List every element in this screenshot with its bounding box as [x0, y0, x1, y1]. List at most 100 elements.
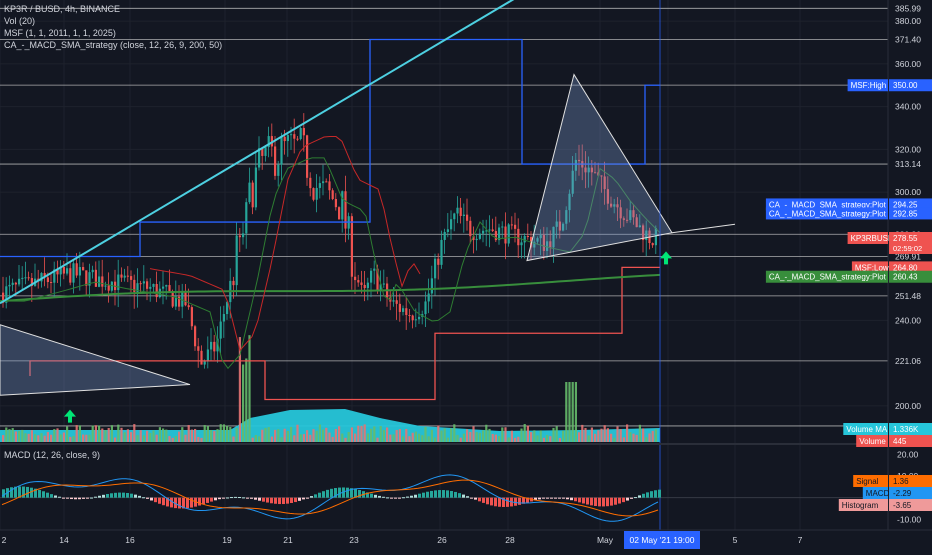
candle-body — [117, 274, 120, 291]
macd-histogram-bar — [134, 494, 137, 498]
price-tag-label: Volume MA — [846, 425, 888, 434]
msf-indicator-label[interactable]: MSF (1, 1, 2011, 1, 1, 2025) — [4, 27, 222, 39]
macd-histogram-bar — [322, 491, 325, 498]
volume-bar — [34, 434, 37, 442]
macd-histogram-bar — [498, 497, 501, 507]
volume-bar — [277, 429, 280, 442]
macd-tag: MACD -2.29 — [862, 487, 932, 499]
candle-body — [242, 233, 245, 238]
volume-bar — [555, 426, 558, 442]
macd-histogram-bar — [646, 492, 649, 498]
macd-histogram-bar — [54, 495, 57, 498]
volume-bar — [642, 428, 645, 442]
volume-bar — [434, 437, 437, 442]
macd-histogram-bar — [394, 497, 397, 499]
volume-bar — [437, 425, 440, 442]
macd-histogram-bar — [198, 497, 201, 506]
candle-body — [523, 235, 526, 243]
macd-histogram-bar — [590, 497, 593, 506]
macd-histogram-bar — [98, 495, 101, 498]
macd-histogram-bar — [62, 497, 65, 499]
strategy-indicator-label[interactable]: CA_-_MACD_SMA_strategy (close, 12, 26, 9… — [4, 39, 222, 51]
volume-bar — [85, 434, 88, 442]
volume-bar — [360, 425, 363, 442]
macd-histogram-bar — [490, 497, 493, 506]
candle-body — [251, 182, 254, 208]
volume-bar — [402, 436, 405, 442]
volume-bar — [635, 434, 638, 442]
volume-bar — [120, 427, 123, 442]
time-axis: 214161921232628May35702 May '21 19:00 — [0, 529, 932, 550]
macd-histogram-bar — [114, 492, 117, 498]
volume-bar — [408, 436, 411, 442]
candle-body — [434, 258, 437, 279]
macd-histogram-bar — [26, 486, 29, 498]
volume-bar — [245, 358, 248, 442]
candle-body — [440, 239, 443, 265]
macd-indicator-label[interactable]: MACD (12, 26, close, 9) — [4, 449, 100, 461]
candle-body — [466, 214, 469, 221]
macd-histogram-bar — [442, 490, 445, 498]
candle-body — [424, 301, 427, 315]
volume-bar — [440, 430, 443, 442]
candle-body — [373, 268, 376, 271]
volume-bar — [533, 430, 536, 442]
candle-body — [245, 202, 248, 234]
price-tag-value: 445 — [893, 437, 907, 446]
volume-bar — [318, 424, 321, 442]
macd-histogram-bar — [554, 497, 557, 499]
macd-histogram-bar — [458, 493, 461, 498]
volume-bar — [248, 335, 251, 442]
volume-bar — [283, 428, 286, 442]
candle-body — [94, 269, 97, 287]
candle-body — [520, 242, 523, 246]
volume-indicator-label[interactable]: Vol (20) — [4, 15, 222, 27]
candle-body — [395, 300, 398, 304]
volume-bar — [558, 437, 561, 442]
macd-histogram-bar — [74, 497, 77, 500]
macd-histogram-bar — [306, 497, 309, 499]
volume-bar — [315, 430, 318, 442]
macd-histogram-bar — [58, 496, 61, 498]
volume-bar — [341, 433, 344, 442]
macd-histogram-bar — [610, 497, 613, 506]
volume-bar — [11, 428, 14, 442]
macd-histogram-bar — [294, 497, 297, 503]
macd-histogram-bar — [226, 497, 229, 499]
price-tick-label: 320.00 — [895, 144, 921, 154]
macd-histogram-bar — [550, 497, 553, 499]
candle-body — [146, 281, 149, 289]
volume-bar — [344, 437, 347, 442]
volume-bar — [254, 435, 257, 442]
main-chart-svg[interactable]: 385.99380.00371.40360.00350.04340.00320.… — [0, 0, 932, 550]
volume-bar — [475, 432, 478, 442]
symbol-title[interactable]: KP3R / BUSD, 4h, BINANCE — [4, 3, 222, 15]
macd-histogram-bar — [390, 497, 393, 499]
volume-bar — [152, 430, 155, 442]
macd-histogram-bar — [370, 493, 373, 498]
candle-body — [162, 286, 165, 289]
macd-histogram-bar — [290, 497, 293, 504]
candle-body — [98, 276, 101, 287]
candle-body — [14, 282, 17, 285]
price-tick-label: 313.14 — [895, 159, 921, 169]
candle-body — [344, 191, 347, 229]
volume-bar — [168, 436, 171, 442]
volume-bar — [123, 432, 126, 442]
volume-bar — [37, 435, 40, 442]
candle-body — [155, 284, 158, 298]
chart-stage[interactable]: 385.99380.00371.40360.00350.04340.00320.… — [0, 0, 932, 550]
volume-bar — [536, 435, 539, 442]
volume-bar — [219, 424, 222, 442]
candle-body — [437, 258, 440, 265]
candle-body — [11, 282, 14, 285]
candle-body — [456, 207, 459, 214]
macd-histogram-bar — [478, 497, 481, 502]
macd-histogram-bar — [382, 496, 385, 498]
candle-body — [264, 147, 267, 156]
volume-bar — [110, 425, 113, 442]
macd-histogram-bar — [314, 494, 317, 498]
candle-body — [411, 315, 414, 321]
volume-bar — [46, 432, 49, 442]
buy-arrow — [64, 409, 76, 423]
